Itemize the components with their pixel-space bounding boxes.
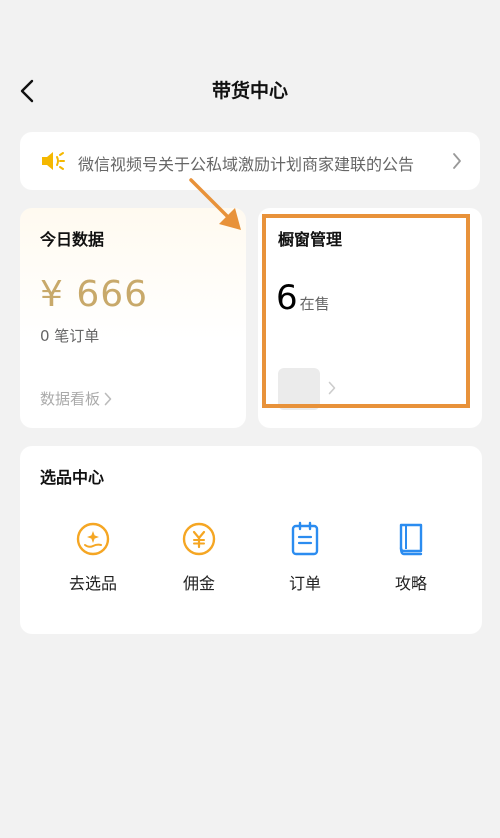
- select-products-button[interactable]: 去选品: [48, 520, 138, 594]
- coin-star-icon: [74, 520, 112, 558]
- guide-label: 攻略: [394, 574, 427, 593]
- today-data-title: 今日数据: [40, 230, 105, 249]
- speaker-icon: [40, 150, 66, 176]
- commission-label: 佣金: [182, 574, 215, 593]
- orders-button[interactable]: 订单: [260, 520, 350, 594]
- yuan-coin-icon: [180, 520, 218, 558]
- clipboard-icon: [286, 520, 324, 558]
- commission-button[interactable]: 佣金: [154, 520, 244, 594]
- dashboard-link[interactable]: 数据看板: [40, 388, 112, 409]
- book-icon: [392, 520, 430, 558]
- chevron-right-icon: [452, 152, 462, 174]
- select-products-label: 去选品: [68, 574, 117, 593]
- header: 带货中心: [0, 62, 500, 118]
- annotation-arrow-icon: [189, 178, 241, 230]
- today-data-card[interactable]: 今日数据 ¥ 666 0 笔订单 数据看板: [20, 208, 246, 428]
- dashboard-link-label: 数据看板: [40, 390, 101, 408]
- today-amount: ¥ 666: [40, 274, 149, 315]
- guide-button[interactable]: 攻略: [366, 520, 456, 594]
- notice-text[interactable]: 微信视频号关于公私域激励计划商家建联的公告: [78, 151, 414, 175]
- notice-bar[interactable]: 微信视频号关于公私域激励计划商家建联的公告: [20, 132, 480, 190]
- page-title: 带货中心: [211, 80, 288, 102]
- selection-center-title: 选品中心: [40, 468, 105, 487]
- selection-center-card: 选品中心 去选品 佣金 订单 攻略: [20, 446, 482, 634]
- highlight-annotation-box: [262, 214, 470, 408]
- orders-label: 订单: [288, 574, 321, 593]
- chevron-right-icon: [104, 392, 112, 405]
- today-orders: 0 笔订单: [40, 327, 100, 345]
